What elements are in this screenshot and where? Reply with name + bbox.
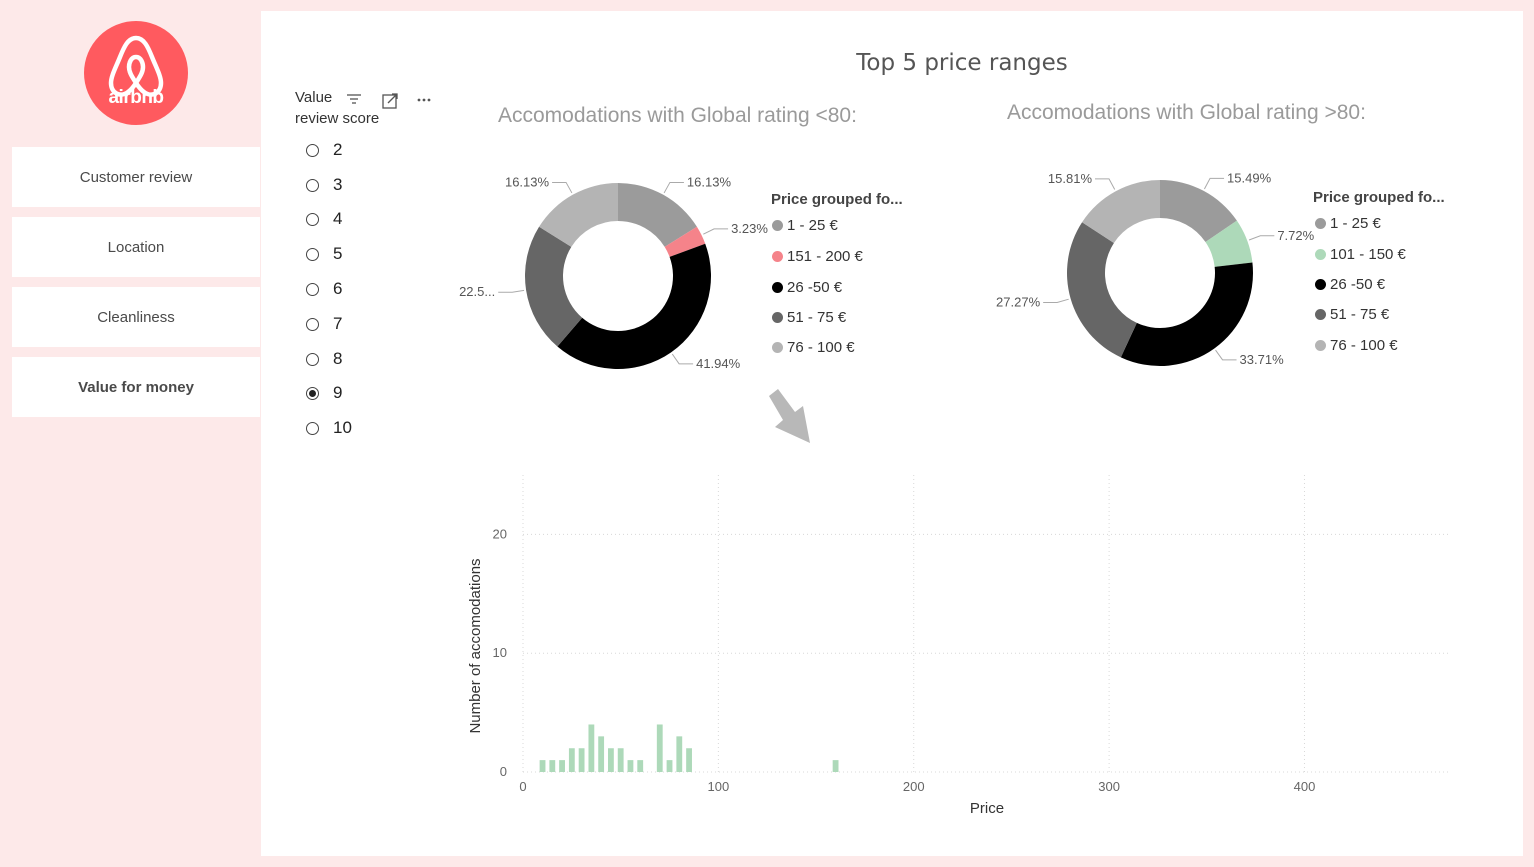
price-histogram-chart: 0 100 200 300 400 0 10 20 Price Number of accomod…	[467, 475, 1451, 817]
x-tick-label: 200	[903, 779, 925, 794]
histogram-bar[interactable]	[686, 748, 692, 772]
histogram-bar[interactable]	[578, 748, 585, 772]
histogram-bar[interactable]	[832, 760, 839, 772]
x-tick-label: 400	[1294, 779, 1316, 794]
y-tick-label: 0	[500, 764, 507, 779]
histogram-bar[interactable]	[559, 760, 565, 772]
y-tick-label: 10	[493, 645, 507, 660]
histogram-bar[interactable]	[637, 760, 644, 772]
histogram-bar[interactable]	[676, 736, 683, 772]
histogram-bar[interactable]	[549, 760, 556, 772]
x-tick-label: 100	[708, 779, 730, 794]
histogram-bar[interactable]	[568, 748, 575, 772]
histogram-bar[interactable]	[539, 760, 546, 772]
histogram-bar[interactable]	[617, 748, 624, 772]
histogram-bar[interactable]	[627, 760, 634, 772]
histogram-bar[interactable]	[588, 724, 595, 772]
histogram-bar[interactable]	[608, 748, 614, 772]
x-tick-label: 0	[519, 779, 526, 794]
y-axis-title: Number of accomodations	[467, 558, 484, 733]
x-axis-title: Price	[970, 800, 1004, 817]
histogram-bar[interactable]	[656, 724, 663, 772]
histogram-bar[interactable]	[666, 760, 673, 772]
y-tick-label: 20	[493, 526, 507, 541]
histogram-bar[interactable]	[598, 736, 605, 772]
x-tick-label: 300	[1098, 779, 1120, 794]
